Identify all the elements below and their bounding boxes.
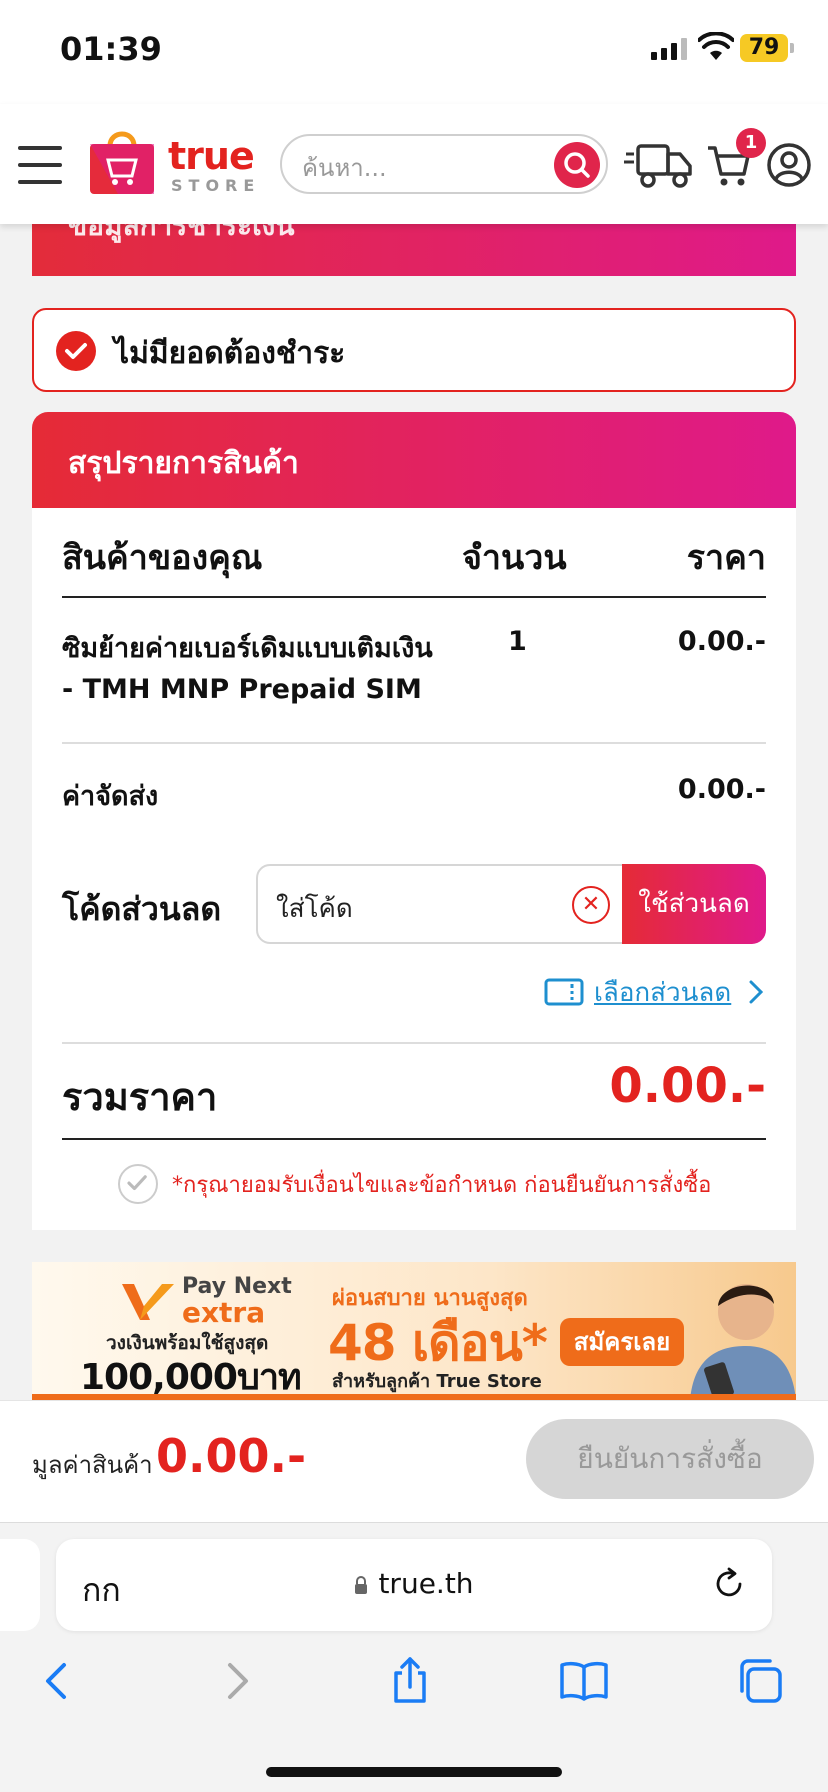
coupon-label: โค้ดส่วนลด	[62, 890, 222, 928]
order-summary-title: สรุปรายการสินค้า	[68, 446, 299, 481]
cart-count-badge: 1	[736, 128, 766, 158]
footer-subtotal-label: มูลค่าสินค้า	[32, 1451, 153, 1479]
logo-text[interactable]: true	[168, 134, 255, 178]
footer-subtotal-value: 0.00.-	[156, 1429, 307, 1483]
header-divider	[62, 596, 766, 598]
paynext-logo-icon	[122, 1284, 174, 1320]
column-price: ราคา	[686, 538, 766, 578]
logo-subtext: STORE	[171, 176, 261, 195]
forward-icon[interactable]	[210, 1655, 262, 1707]
cellular-signal-icon	[651, 38, 687, 60]
reload-icon[interactable]	[712, 1567, 746, 1601]
site-header: true STORE ค้นหา... 1	[0, 104, 828, 224]
delivery-truck-icon[interactable]	[624, 140, 694, 190]
search-input[interactable]: ค้นหา...	[302, 148, 387, 187]
confirm-order-button[interactable]: ยืนยันการสั่งซื้อ	[526, 1419, 814, 1499]
terms-checkbox[interactable]	[118, 1164, 158, 1204]
home-indicator[interactable]	[266, 1767, 562, 1777]
menu-icon[interactable]	[18, 146, 62, 184]
item-name-line2: - TMH MNP Prepaid SIM	[62, 674, 422, 705]
item-quantity: 1	[508, 626, 527, 657]
battery-tip	[790, 43, 794, 53]
user-account-icon[interactable]	[766, 142, 812, 188]
status-time: 01:39	[60, 30, 162, 68]
item-name-line1: ซิมย้ายค่ายเบอร์เดิมแบบเติมเงิน	[62, 633, 433, 664]
lock-icon	[355, 1576, 368, 1594]
column-quantity: จำนวน	[462, 538, 567, 578]
browser-toolbar: กก true.th	[0, 1522, 828, 1792]
total-divider-bottom	[62, 1138, 766, 1140]
paynext-brand-bottom: extra	[182, 1296, 266, 1329]
apply-coupon-button[interactable]: ใช้ส่วนลด	[622, 864, 766, 944]
order-summary-card: สรุปรายการสินค้า สินค้าของคุณ จำนวน ราคา…	[32, 412, 796, 1230]
back-icon[interactable]	[32, 1655, 84, 1707]
person-with-phone-image	[690, 1284, 796, 1400]
chevron-right-icon	[749, 980, 764, 1004]
apply-now-button[interactable]: สมัครเลย	[560, 1318, 684, 1366]
address-bar[interactable]: กก true.th	[56, 1539, 772, 1631]
battery-level: 79	[740, 34, 788, 62]
total-divider-top	[62, 1042, 766, 1044]
total-value: 0.00.-	[609, 1058, 766, 1114]
terms-consent[interactable]: *กรุณายอมรับเงื่อนไขและข้อกำหนด ก่อนยืนย…	[118, 1164, 711, 1204]
search-field[interactable]: ค้นหา...	[280, 134, 608, 194]
total-label: รวมราคา	[62, 1075, 218, 1119]
order-summary-header: สรุปรายการสินค้า	[32, 412, 796, 508]
choose-coupon-link[interactable]: เลือกส่วนลด	[544, 972, 764, 1013]
wifi-icon	[698, 32, 734, 60]
choose-coupon-label[interactable]: เลือกส่วนลด	[594, 972, 731, 1013]
tabs-icon[interactable]	[734, 1655, 786, 1707]
shipping-label: ค่าจัดส่ง	[62, 781, 159, 812]
coupon-placeholder[interactable]: ใส่โค้ด	[276, 888, 353, 929]
previous-tab-preview[interactable]	[0, 1539, 40, 1631]
bookmarks-icon[interactable]	[558, 1655, 610, 1707]
coupon-code-input[interactable]: ใส่โค้ด ✕	[256, 864, 624, 944]
clear-coupon-icon[interactable]: ✕	[572, 886, 610, 924]
url-text: true.th	[378, 1567, 474, 1600]
no-payment-label: ไม่มียอดต้องชำระ	[114, 336, 346, 371]
status-bar: 01:39 79	[0, 0, 828, 104]
search-icon	[564, 152, 590, 178]
paynext-promo-banner[interactable]: Pay Next extra วงเงินพร้อมใช้สูงสุด 100,…	[32, 1262, 796, 1400]
column-product: สินค้าของคุณ	[62, 538, 263, 578]
url-display[interactable]: true.th	[56, 1567, 772, 1600]
credit-amount: 100,000บาท	[80, 1357, 302, 1398]
checkout-footer: มูลค่าสินค้า 0.00.- ยืนยันการสั่งซื้อ	[0, 1400, 828, 1522]
coupon-ticket-icon	[544, 978, 584, 1006]
share-icon[interactable]	[384, 1655, 436, 1707]
for-customers-text: สำหรับลูกค้า True Store	[332, 1371, 542, 1392]
shipping-value: 0.00.-	[677, 774, 766, 805]
shopping-bag-logo-icon[interactable]	[88, 124, 156, 196]
no-payment-option[interactable]: ไม่มียอดต้องชำระ	[32, 308, 796, 392]
check-circle-icon	[56, 331, 96, 371]
item-price: 0.00.-	[677, 626, 766, 657]
terms-text: *กรุณายอมรับเงื่อนไขและข้อกำหนด ก่อนยืนย…	[172, 1172, 712, 1198]
row-divider	[62, 742, 766, 744]
search-button[interactable]	[554, 142, 600, 188]
